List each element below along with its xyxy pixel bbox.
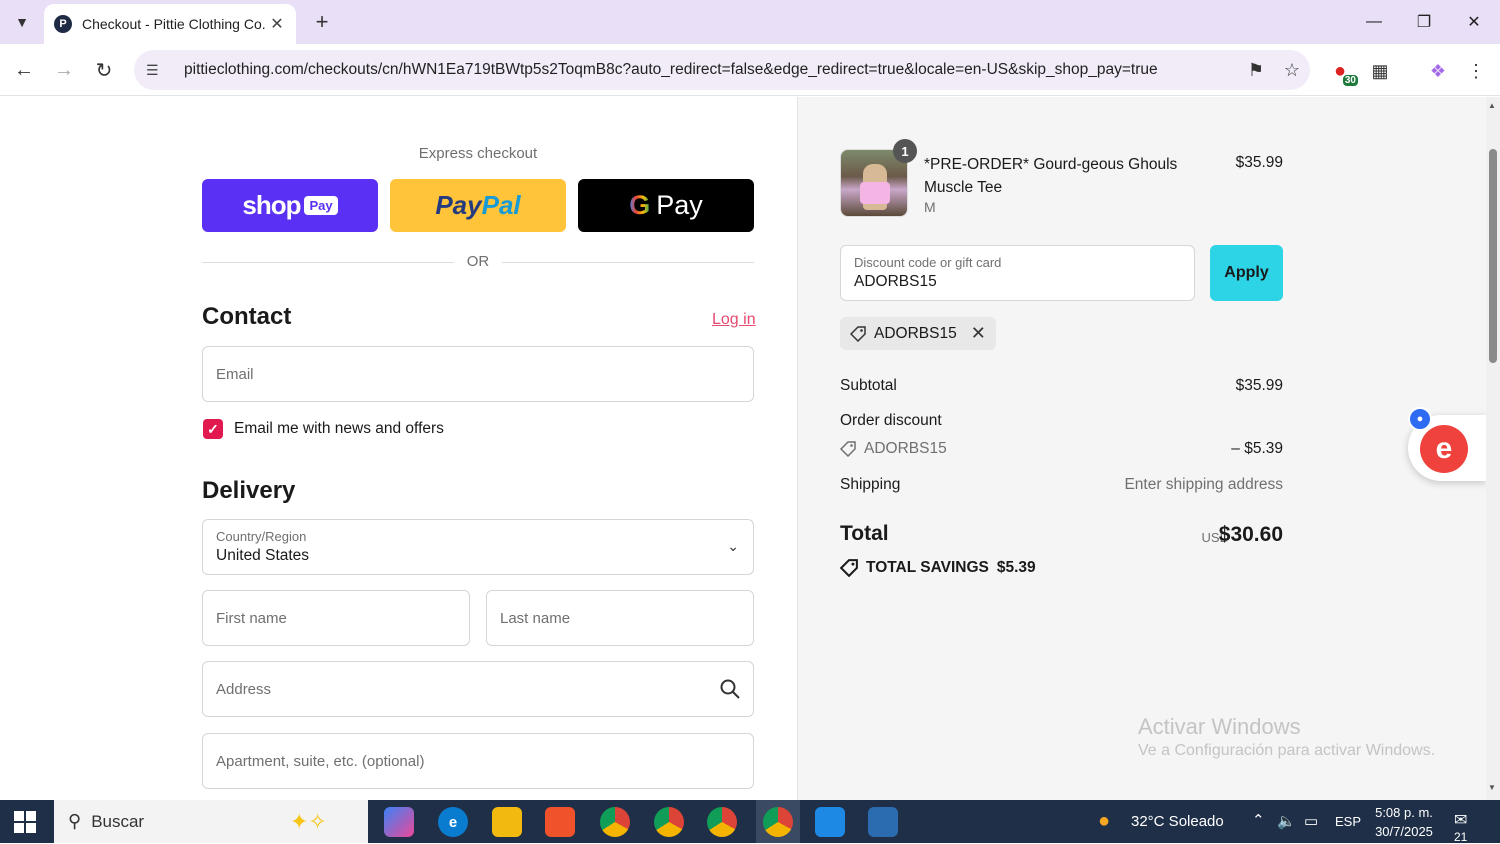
applied-discount-chip: ADORBS15 ✕	[840, 317, 996, 350]
or-divider: OR	[202, 253, 754, 273]
tag-icon	[850, 325, 866, 342]
subtotal-row: Subtotal $35.99	[840, 377, 1283, 394]
pin-icon: ●	[1408, 407, 1432, 431]
tab-close-icon[interactable]: ✕	[268, 14, 286, 34]
apartment-field[interactable]: Apartment, suite, etc. (optional)	[202, 733, 754, 789]
copilot-app-icon[interactable]	[384, 807, 414, 837]
apply-button[interactable]: Apply	[1210, 245, 1283, 301]
show-hidden-icons-icon[interactable]: ⌃	[1252, 811, 1265, 829]
search-icon	[720, 679, 740, 699]
product-variant: M	[924, 199, 936, 215]
address-bar[interactable]: ☰ pittieclothing.com/checkouts/cn/hWN1Ea…	[134, 50, 1310, 90]
chat-widget-button[interactable]: ● e	[1408, 407, 1486, 481]
sparkle-icon: ✦✧	[290, 808, 327, 834]
back-arrow-icon[interactable]: ←	[10, 56, 38, 84]
tab-title: Checkout - Pittie Clothing Co.	[82, 16, 266, 32]
address-field[interactable]: Address	[202, 661, 754, 717]
tab-search-chevron-icon[interactable]: ▼	[8, 8, 36, 36]
contact-heading: Contact	[202, 303, 292, 330]
reload-icon[interactable]: ↻	[90, 56, 118, 84]
chrome-active-icon[interactable]	[763, 807, 793, 837]
windows-start-icon[interactable]	[14, 811, 36, 833]
translate-icon[interactable]: ⚑	[1238, 60, 1274, 81]
product-name: *PRE-ORDER* Gourd-geous Ghouls Muscle Te…	[924, 156, 1178, 196]
google-g-icon: G	[629, 190, 651, 220]
browser-toolbar: ← → ↻ ☰ pittieclothing.com/checkouts/cn/…	[0, 44, 1500, 96]
tag-icon	[840, 441, 856, 457]
weather-sun-icon: ●	[1098, 810, 1111, 832]
shipping-row: Shipping Enter shipping address	[840, 476, 1283, 493]
calculator-app-icon[interactable]	[868, 807, 898, 837]
delivery-heading: Delivery	[202, 477, 296, 504]
total-label: Total	[840, 522, 889, 545]
taskbar-search[interactable]: ⚲ Buscar ✦✧	[54, 800, 368, 843]
activate-windows-title: Activar Windows	[1138, 714, 1301, 739]
chrome-profile-2-icon[interactable]	[707, 807, 737, 837]
order-discount-row: Order discount	[840, 412, 942, 429]
page-scrollbar[interactable]: ▲ ▼	[1486, 97, 1500, 800]
site-settings-icon[interactable]: ☰	[146, 62, 166, 79]
clock[interactable]: 5:08 p. m. 30/7/2025	[1368, 803, 1440, 841]
photos-app-icon[interactable]	[815, 807, 845, 837]
restore-icon[interactable]: ❐	[1404, 8, 1444, 36]
minimize-icon[interactable]: —	[1354, 8, 1394, 36]
file-explorer-icon[interactable]	[492, 807, 522, 837]
express-checkout-label: Express checkout	[418, 145, 538, 162]
extensions-puzzle-icon[interactable]: ▦	[1366, 58, 1394, 84]
weather-text[interactable]: 32°C Soleado	[1131, 813, 1224, 830]
network-icon[interactable]: ▭	[1304, 812, 1318, 830]
shop-pay-button[interactable]: shop Pay	[202, 179, 378, 232]
order-discount-code-row: ADORBS15 – $5.39	[840, 440, 1283, 458]
extension-icon[interactable]: ● 30	[1326, 58, 1358, 86]
new-tab-icon[interactable]: +	[308, 8, 336, 36]
site-favicon-icon: P	[54, 15, 72, 33]
copilot-icon[interactable]: ❖	[1424, 58, 1452, 84]
scroll-up-icon[interactable]: ▲	[1488, 101, 1496, 110]
remove-discount-icon[interactable]: ✕	[971, 323, 986, 344]
tag-icon	[840, 559, 858, 577]
activate-windows-subtitle: Ve a Configuración para activar Windows.	[1138, 742, 1436, 759]
volume-icon[interactable]: 🔈	[1277, 812, 1296, 830]
edge-app-icon[interactable]: e	[438, 807, 468, 837]
last-name-field[interactable]: Last name	[486, 590, 754, 646]
extension-badge: 30	[1342, 75, 1358, 86]
chrome-profile-icon[interactable]	[654, 807, 684, 837]
chat-logo-icon: e	[1420, 425, 1468, 473]
scroll-thumb[interactable]	[1489, 149, 1497, 363]
newsletter-label: Email me with news and offers	[234, 420, 444, 437]
url-text[interactable]: pittieclothing.com/checkouts/cn/hWN1Ea71…	[184, 61, 1238, 79]
scroll-down-icon[interactable]: ▼	[1488, 783, 1496, 792]
total-value: $30.60	[1218, 523, 1283, 546]
forward-arrow-icon[interactable]: →	[50, 56, 78, 84]
newsletter-checkbox[interactable]: ✓	[203, 419, 223, 439]
country-select[interactable]: Country/Region United States ⌄	[202, 519, 754, 575]
quantity-badge: 1	[893, 139, 917, 163]
discount-code-field[interactable]: Discount code or gift card ADORBS15	[840, 245, 1195, 301]
notifications-icon[interactable]: ✉ 21	[1454, 810, 1484, 844]
browser-tabbar: ▼ P Checkout - Pittie Clothing Co. ✕ + —…	[0, 0, 1500, 44]
login-link[interactable]: Log in	[712, 311, 756, 329]
windows-taskbar: ⚲ Buscar ✦✧ e ● 32°C Soleado ⌃ 🔈 ▭ ESP 5…	[0, 800, 1500, 844]
bookmark-star-icon[interactable]: ☆	[1274, 60, 1310, 81]
browser-menu-icon[interactable]: ⋮	[1462, 58, 1490, 84]
checkout-page: Express checkout shop Pay PayPal G Pay O…	[0, 97, 1500, 800]
email-field[interactable]: Email	[202, 346, 754, 402]
search-icon: ⚲	[68, 811, 82, 831]
chrome-app-icon[interactable]	[600, 807, 630, 837]
brave-app-icon[interactable]	[545, 807, 575, 837]
close-window-icon[interactable]: ✕	[1454, 8, 1494, 36]
tab-checkout[interactable]: P Checkout - Pittie Clothing Co. ✕	[44, 4, 296, 44]
product-price: $35.99	[1235, 154, 1283, 171]
google-pay-button[interactable]: G Pay	[578, 179, 754, 232]
language-indicator[interactable]: ESP	[1335, 814, 1361, 829]
paypal-button[interactable]: PayPal	[390, 179, 566, 232]
first-name-field[interactable]: First name	[202, 590, 470, 646]
chevron-down-icon: ⌄	[727, 538, 739, 554]
total-savings: TOTAL SAVINGS $5.39	[840, 559, 1036, 577]
